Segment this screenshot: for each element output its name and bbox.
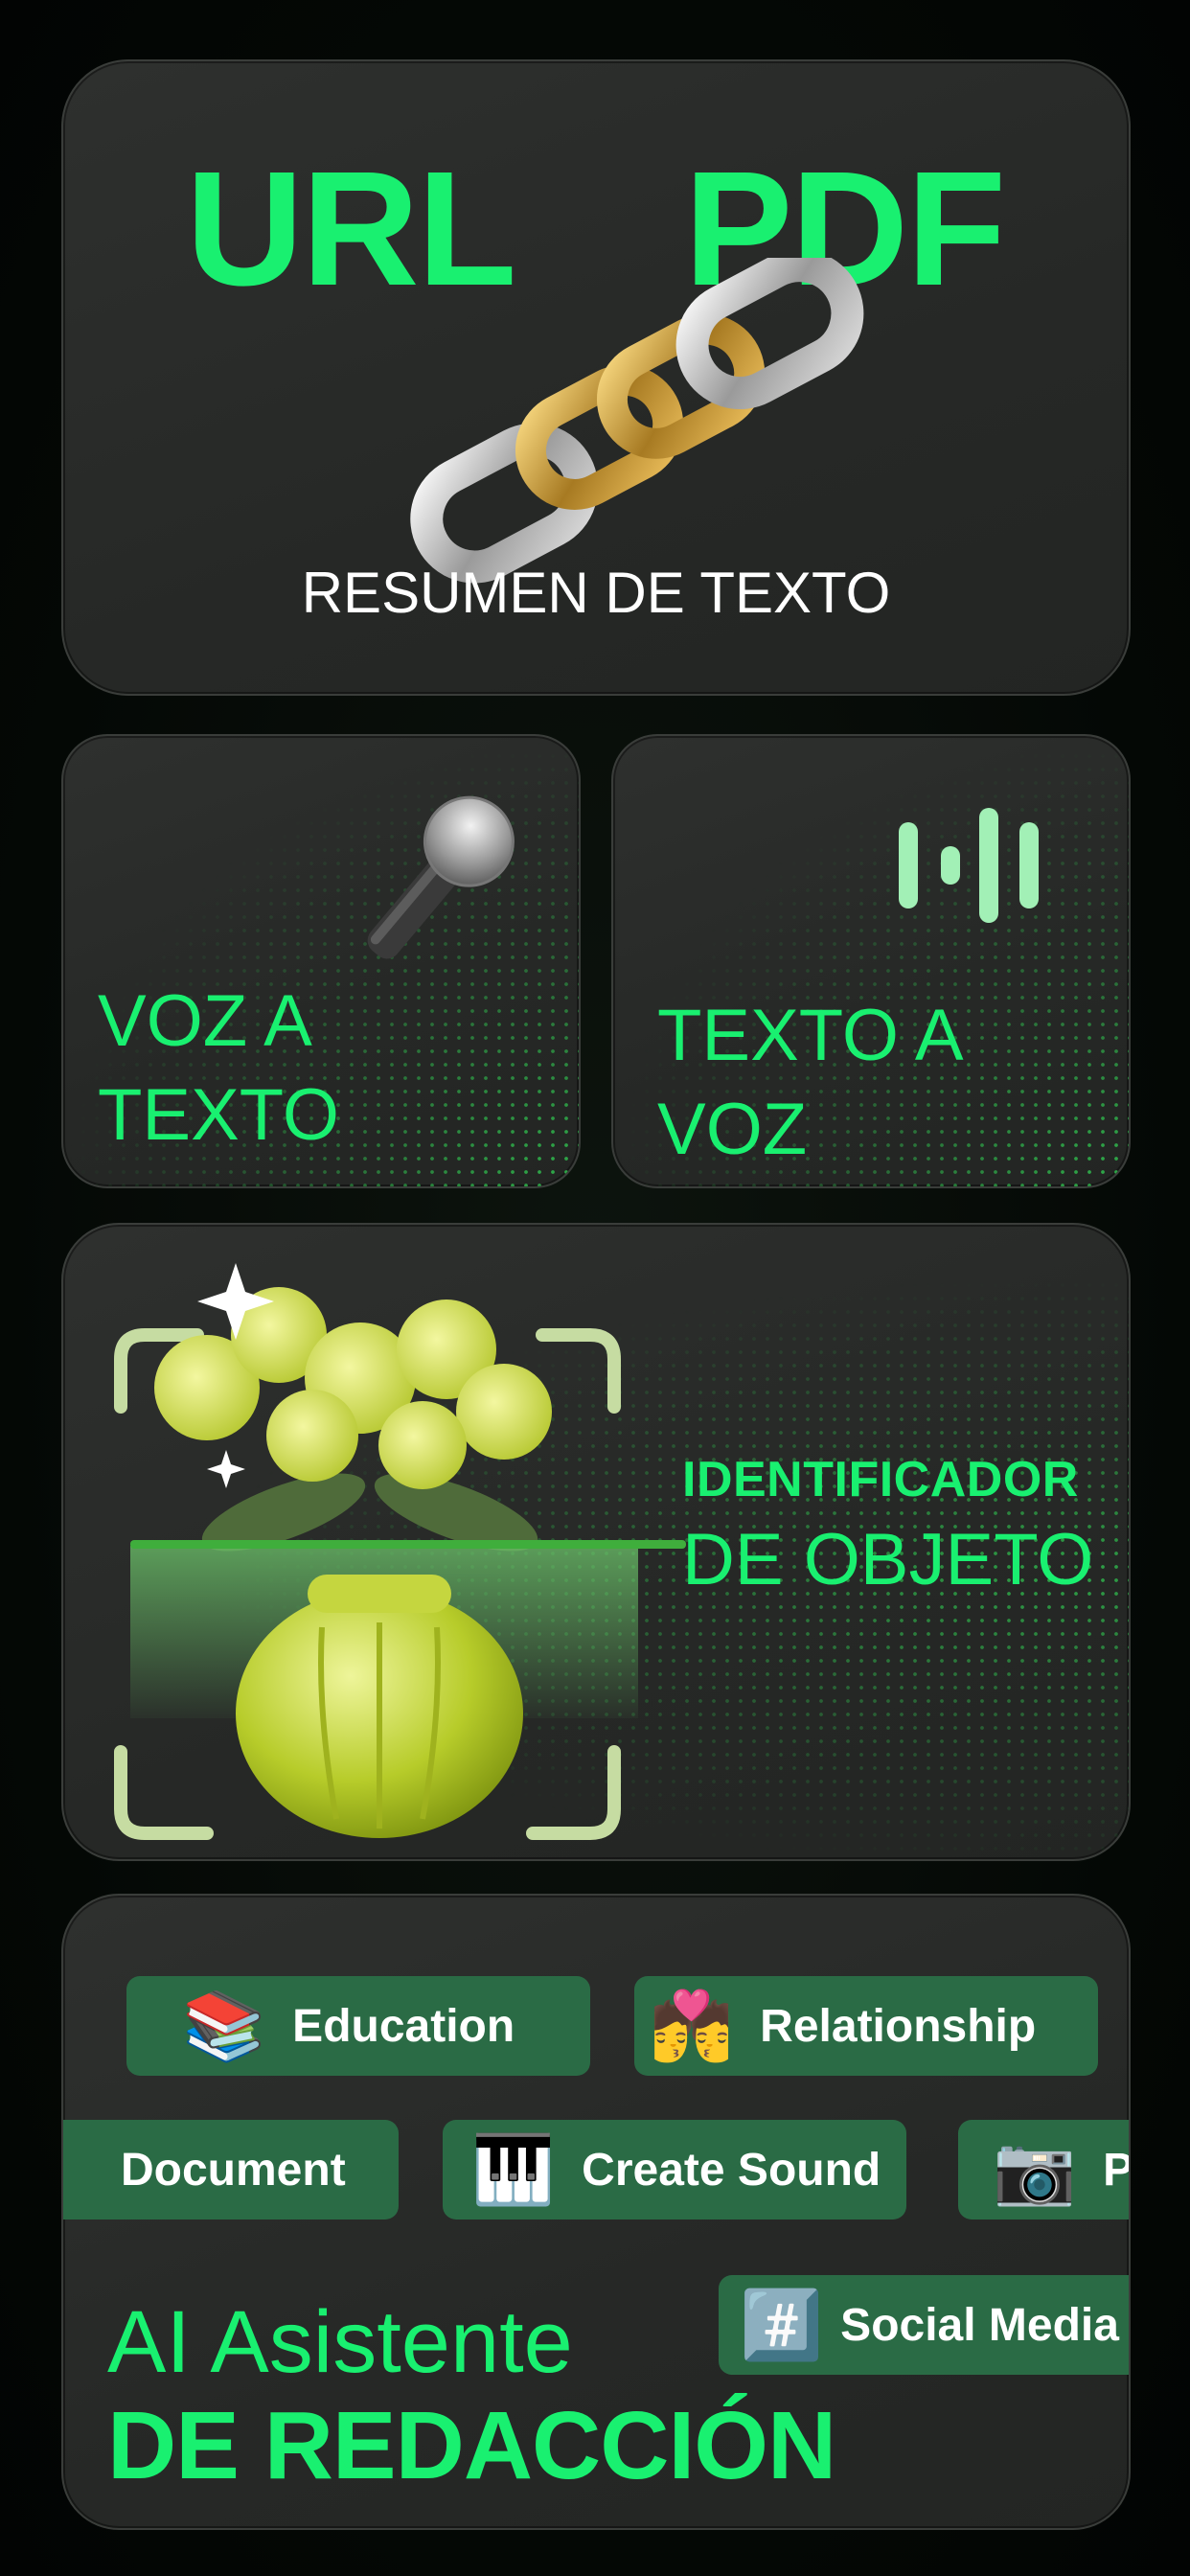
tag-create-sound[interactable]: 🎹 Create Sound [443, 2120, 906, 2220]
couple-kiss-icon: 💏 [650, 1989, 734, 2063]
tag-relationship[interactable]: 💏 Relationship [634, 1976, 1098, 2076]
chain-link-icon [410, 258, 864, 584]
tag-label: Relationship [760, 2000, 1037, 2052]
text-to-voice-line1: TEXTO A [657, 995, 964, 1076]
voice-to-text-card[interactable]: VOZ A TEXTO [61, 734, 581, 1188]
text-summary-card[interactable]: URL PDF RESUMEN DE TEXTO [61, 59, 1131, 696]
object-identifier-line2: DE OBJETO [682, 1519, 1094, 1600]
text-to-voice-card[interactable]: TEXTO A VOZ [611, 734, 1131, 1188]
text-to-voice-line2: VOZ [657, 1089, 808, 1170]
flower-vase-scan-image [114, 1263, 686, 1840]
tag-document[interactable]: Document [63, 2120, 399, 2220]
tag-photo[interactable]: 📷 P [958, 2120, 1131, 2220]
hashtag-icon: #️⃣ [740, 2288, 824, 2362]
voice-to-text-line2: TEXTO [98, 1074, 339, 1156]
books-icon: 📚 [182, 1989, 266, 2063]
writing-assistant-line1: AI Asistente [107, 2293, 573, 2391]
tag-label: Create Sound [582, 2144, 881, 2196]
tag-label: Education [292, 2000, 515, 2052]
writing-assistant-line2: DE REDACCIÓN [107, 2392, 836, 2499]
tag-label: Social Media [840, 2299, 1119, 2351]
summary-caption: RESUMEN DE TEXTO [301, 561, 891, 625]
tag-social-media[interactable]: #️⃣ Social Media [719, 2275, 1129, 2375]
tag-label: Document [121, 2144, 346, 2196]
microphone-icon [367, 795, 515, 959]
tag-education[interactable]: 📚 Education [126, 1976, 590, 2076]
tag-label: P [1103, 2144, 1131, 2196]
camera-icon: 📷 [993, 2132, 1077, 2207]
object-identifier-line1: IDENTIFICADOR [682, 1452, 1079, 1507]
soundwave-icon [899, 808, 1039, 923]
object-identifier-card[interactable]: IDENTIFICADOR DE OBJETO [61, 1223, 1131, 1861]
voice-to-text-line1: VOZ A [98, 980, 312, 1062]
writing-assistant-card[interactable]: 📚 Education 💏 Relationship Document 🎹 Cr… [61, 1894, 1131, 2530]
piano-icon: 🎹 [471, 2132, 556, 2207]
